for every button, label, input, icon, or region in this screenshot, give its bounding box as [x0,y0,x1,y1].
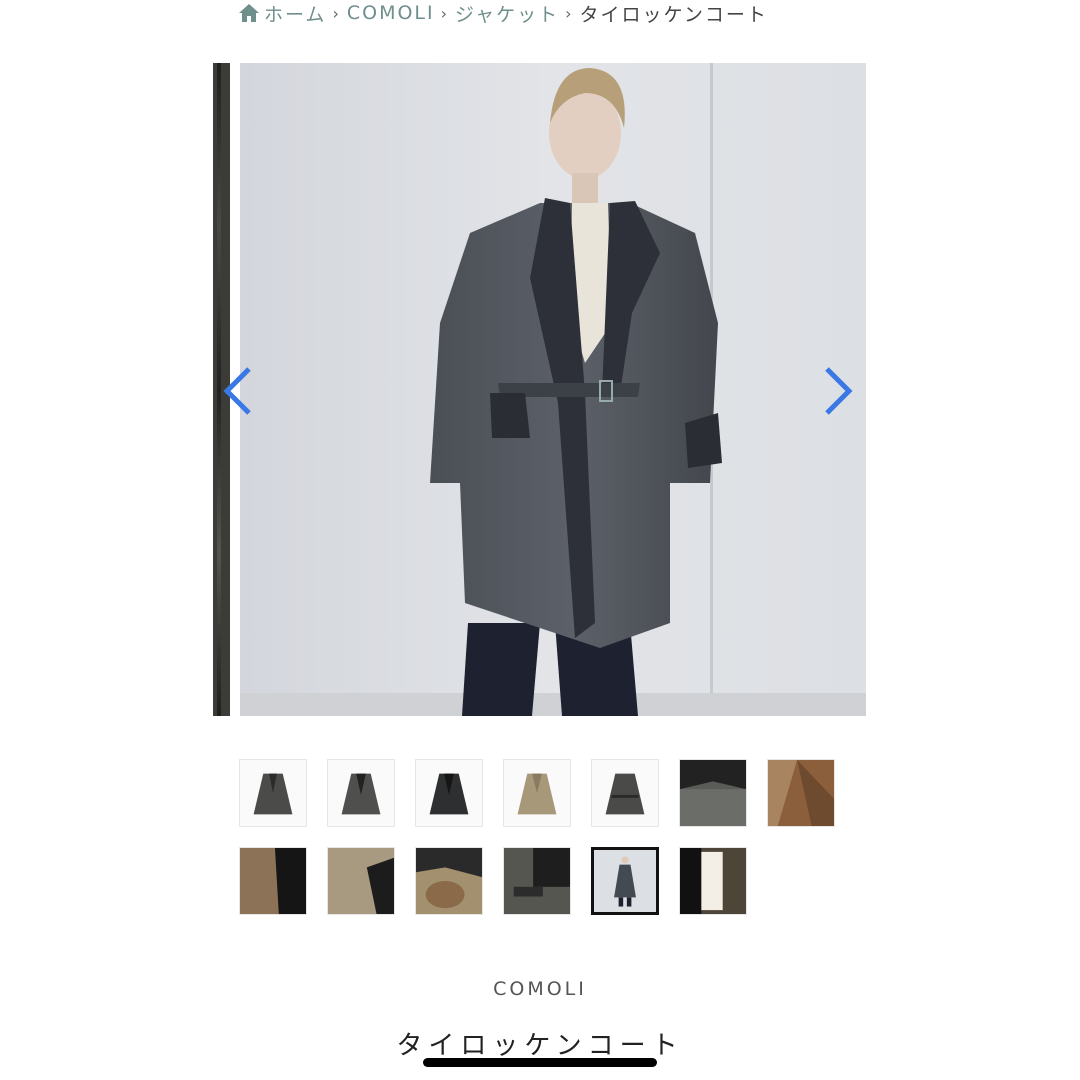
thumbnail[interactable] [679,847,747,915]
product-vendor[interactable]: COMOLI [0,978,1080,1000]
thumbnail[interactable] [679,759,747,827]
chevron-left-icon[interactable] [215,363,259,419]
thumbnail[interactable] [415,847,483,915]
thumbnail-active[interactable] [591,847,659,915]
product-image-carousel[interactable] [213,63,866,716]
breadcrumb-separator: › [332,3,341,23]
breadcrumb-separator: › [440,3,450,23]
thumbnail[interactable] [767,759,835,827]
thumbnail[interactable] [415,759,483,827]
thumbnail[interactable] [591,759,659,827]
home-icon[interactable] [238,3,260,23]
thumbnail[interactable] [327,847,395,915]
breadcrumb-home-link[interactable]: ホーム [264,0,326,27]
thumbnail[interactable] [327,759,395,827]
chevron-right-icon[interactable] [817,363,861,419]
breadcrumb-separator: › [565,3,574,23]
home-indicator [423,1058,657,1067]
thumbnail[interactable] [239,847,307,915]
thumbnail[interactable] [503,759,571,827]
breadcrumb-brand-link[interactable]: COMOLI [347,2,435,24]
thumbnail[interactable] [503,847,571,915]
breadcrumb-category-link[interactable]: ジャケット [455,0,559,27]
product-main-image[interactable] [240,63,866,716]
product-title: タイロッケンコート [396,1031,684,1061]
breadcrumb: ホーム › COMOLI › ジャケット › タイロッケンコート [238,0,768,26]
thumbnail[interactable] [239,759,307,827]
breadcrumb-current: タイロッケンコート [579,3,768,26]
